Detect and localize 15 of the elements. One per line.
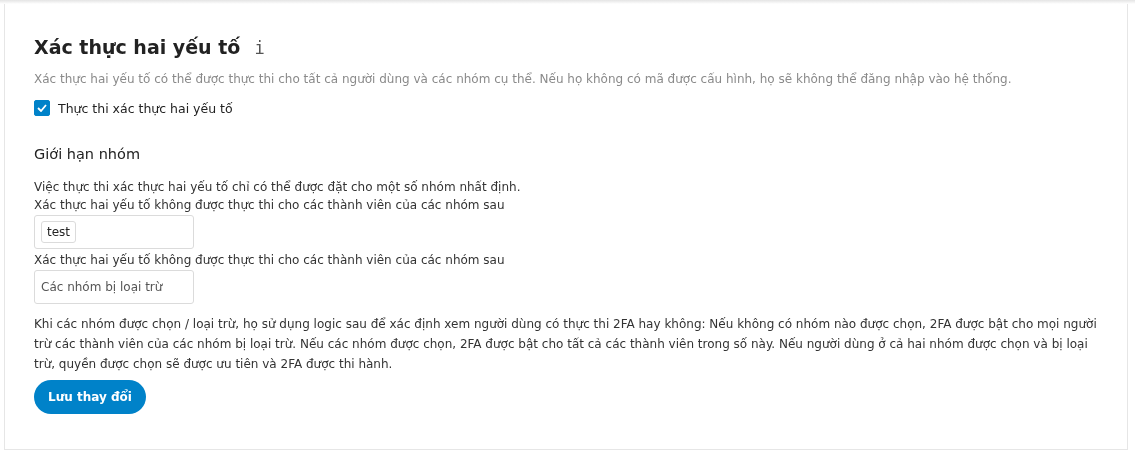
checkmark-icon — [37, 104, 47, 112]
group-tag: test — [41, 221, 77, 243]
field-label: Xác thực hai yếu tố không được thực thi cho các thành viên của các nhóm sau — [34, 253, 505, 267]
section-title: Xác thực hai yếu tố — [34, 36, 241, 58]
section-description: Xác thực hai yếu tố có thể được thực thi cho tất cả người dùng và các nhóm cụ thể. Nếu họ không có mã được cấu hình, họ sẽ không thể đăng nhập vào hệ thống. — [34, 72, 1012, 86]
subsection-heading: Giới hạn nhóm — [34, 146, 141, 162]
save-button[interactable]: Lưu thay đổi — [34, 380, 146, 414]
group-select-field[interactable]: test — [34, 215, 194, 249]
field-label: Xác thực hai yếu tố không được thực thi cho các thành viên của các nhóm sau — [34, 198, 505, 212]
group-select-field[interactable]: Các nhóm bị loại trừ — [34, 270, 194, 304]
info-icon[interactable]: i — [254, 38, 265, 58]
intro-text: Việc thực thi xác thực hai yếu tố chỉ có thể được đặt cho một số nhóm nhất định. — [34, 180, 521, 194]
checkbox-label: Thực thi xác thực hai yếu tố — [58, 100, 233, 116]
checkbox[interactable] — [34, 100, 50, 116]
explanation-text: Khi các nhóm được chọn / loại trừ, họ sử dụng logic sau để xác định xem người dùng có thực thi 2FA hay không: Nếu không có nhóm nào được chọn, 2FA được bật cho mọi người trừ các thành viên của các nhóm bị loại trừ. Nếu các nhóm được chọn, 2FA được bật cho tất cả các thành viên trong số này. Nếu người dùng ở cả hai nhóm được chọn và bị loại trừ, quyền được chọn sẽ được ưu tiên và 2FA được thi hành. — [34, 316, 1098, 373]
